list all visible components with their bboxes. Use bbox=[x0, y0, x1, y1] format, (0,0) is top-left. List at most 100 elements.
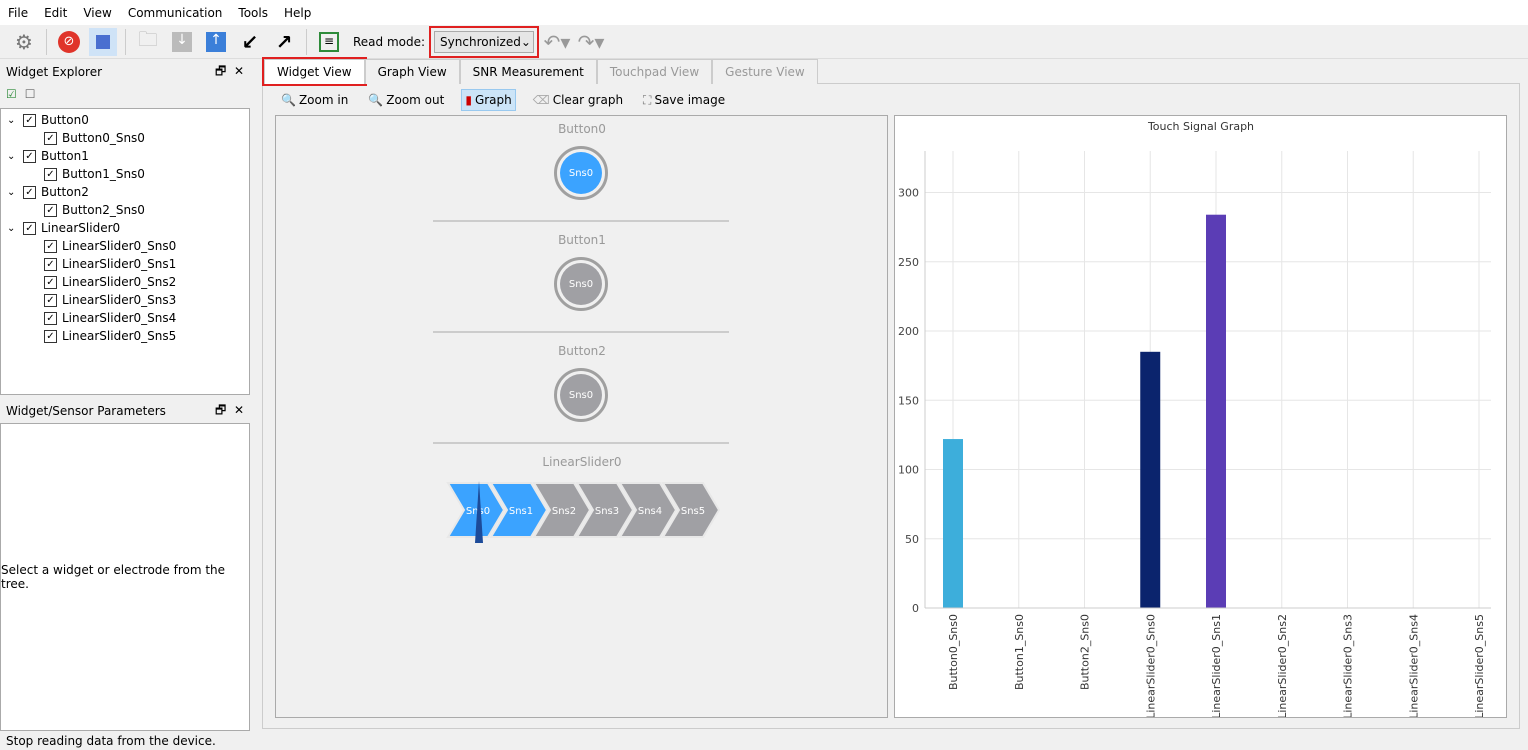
restore-icon[interactable]: 🗗 bbox=[215, 403, 226, 417]
chart-title: Touch Signal Graph bbox=[1147, 120, 1254, 133]
checkbox[interactable]: ✓ bbox=[44, 203, 57, 217]
import-arrow-icon[interactable]: ↙ bbox=[236, 28, 264, 56]
y-tick-label: 100 bbox=[898, 464, 919, 477]
x-tick-label: LinearSlider0_Sns1 bbox=[1210, 614, 1223, 717]
clear-graph-button[interactable]: ⌫ Clear graph bbox=[530, 89, 626, 111]
tree-item-sensor[interactable]: ✓ LinearSlider0_Sns5 bbox=[1, 327, 249, 345]
tree-item-widget[interactable]: ⌄ ✓ Button2 bbox=[1, 183, 249, 201]
sensor-label: Sns0 bbox=[560, 152, 602, 194]
expand-chevron-icon[interactable]: ⌄ bbox=[7, 115, 23, 126]
checkbox[interactable]: ✓ bbox=[44, 311, 57, 325]
tree-item-sensor[interactable]: ✓ LinearSlider0_Sns3 bbox=[1, 291, 249, 309]
x-tick-label: LinearSlider0_Sns5 bbox=[1473, 614, 1486, 717]
gear-icon[interactable]: ⚙ bbox=[10, 28, 38, 56]
redo-icon[interactable]: ↷▾ bbox=[577, 28, 605, 56]
x-tick-label: Button2_Sns0 bbox=[1079, 614, 1092, 690]
checkbox[interactable]: ✓ bbox=[44, 167, 57, 181]
slider-segment-label: Sns5 bbox=[681, 506, 705, 517]
checkbox[interactable]: ✓ bbox=[44, 239, 57, 253]
expand-chevron-icon[interactable]: ⌄ bbox=[7, 223, 23, 234]
x-tick-label: LinearSlider0_Sns3 bbox=[1342, 614, 1355, 717]
checkbox[interactable]: ✓ bbox=[44, 329, 57, 343]
x-tick-label: Button1_Sns0 bbox=[1013, 614, 1026, 690]
tree-item-widget[interactable]: ⌄ ✓ Button0 bbox=[1, 111, 249, 129]
widget-label: Button0 bbox=[558, 122, 606, 136]
tree-item-label: LinearSlider0_Sns2 bbox=[62, 275, 177, 289]
params-message: Select a widget or electrode from the tr… bbox=[1, 563, 226, 591]
separator bbox=[306, 28, 307, 55]
menu-communication[interactable]: Communication bbox=[128, 6, 223, 20]
zoom-out-label: Zoom out bbox=[386, 93, 445, 107]
tree-item-label: LinearSlider0 bbox=[41, 221, 121, 235]
tree-item-label: Button0 bbox=[41, 113, 89, 127]
status-bar: Stop reading data from the device. bbox=[6, 734, 216, 748]
linear-slider[interactable]: Sns0Sns1Sns2Sns3Sns4Sns5 bbox=[444, 478, 744, 548]
tree-item-sensor[interactable]: ✓ Button0_Sns0 bbox=[1, 129, 249, 147]
checkbox[interactable]: ✓ bbox=[23, 113, 36, 127]
tree-item-sensor[interactable]: ✓ LinearSlider0_Sns0 bbox=[1, 237, 249, 255]
widget-label: LinearSlider0 bbox=[542, 455, 622, 469]
button-widget[interactable]: Sns0 bbox=[554, 368, 608, 422]
expand-chevron-icon[interactable]: ⌄ bbox=[7, 151, 23, 162]
slider-segment-label: Sns3 bbox=[595, 506, 619, 517]
widget-tree: ⌄ ✓ Button0 ✓ Button0_Sns0 ⌄ ✓ Button1 ✓ Button1_… bbox=[0, 108, 250, 395]
tree-item-label: Button1 bbox=[41, 149, 89, 163]
params-header: Widget/Sensor Parameters 🗗 ✕ bbox=[0, 401, 250, 421]
checkbox[interactable]: ✓ bbox=[44, 275, 57, 289]
button-widget[interactable]: Sns0 bbox=[554, 257, 608, 311]
tab-graph-view[interactable]: Graph View bbox=[364, 59, 460, 84]
checkbox[interactable]: ✓ bbox=[23, 185, 36, 199]
export-arrow-icon[interactable]: ↗ bbox=[270, 28, 298, 56]
tab-touchpad-view[interactable]: Touchpad View bbox=[596, 59, 713, 84]
checkbox[interactable]: ✓ bbox=[44, 293, 57, 307]
menu-edit[interactable]: Edit bbox=[44, 6, 67, 20]
checkbox[interactable]: ✓ bbox=[44, 131, 57, 145]
menu-help[interactable]: Help bbox=[284, 6, 311, 20]
tree-item-widget[interactable]: ⌄ ✓ Button1 bbox=[1, 147, 249, 165]
touch-signal-chart: Touch Signal Graph 0 50 100 150 200 250 300 Butt… bbox=[898, 120, 1491, 719]
x-tick-label: LinearSlider0_Sns2 bbox=[1276, 614, 1289, 717]
tree-item-sensor[interactable]: ✓ LinearSlider0_Sns2 bbox=[1, 273, 249, 291]
close-icon[interactable]: ✕ bbox=[234, 403, 244, 417]
menu-tools[interactable]: Tools bbox=[238, 6, 268, 20]
tab-snr-measurement[interactable]: SNR Measurement bbox=[459, 59, 597, 84]
expand-chevron-icon[interactable]: ⌄ bbox=[7, 187, 23, 198]
save-image-button[interactable]: ⛶ Save image bbox=[640, 89, 728, 111]
tree-item-sensor[interactable]: ✓ Button2_Sns0 bbox=[1, 201, 249, 219]
tree-item-sensor[interactable]: ✓ LinearSlider0_Sns4 bbox=[1, 309, 249, 327]
tree-item-sensor[interactable]: ✓ Button1_Sns0 bbox=[1, 165, 249, 183]
open-folder-icon[interactable]: 🗀 bbox=[134, 27, 162, 56]
stop-icon[interactable] bbox=[89, 27, 117, 56]
widget-label: Button1 bbox=[558, 233, 606, 247]
tree-item-widget[interactable]: ⌄ ✓ LinearSlider0 bbox=[1, 219, 249, 237]
import-icon[interactable]: ↓ bbox=[168, 28, 196, 56]
read-mode-select[interactable]: Synchronized ⌄ bbox=[434, 30, 535, 53]
graph-button[interactable]: ▮ Graph bbox=[461, 89, 516, 111]
zoom-in-button[interactable]: 🔍 Zoom in bbox=[278, 89, 351, 111]
log-icon[interactable]: ≡ bbox=[315, 28, 343, 56]
graph-toolbar: 🔍 Zoom in 🔍 Zoom out ▮ Graph ⌫ Clear graph ⛶… bbox=[278, 89, 728, 111]
zoom-in-icon: 🔍 bbox=[281, 93, 296, 107]
undo-icon[interactable]: ↶▾ bbox=[543, 28, 571, 56]
y-tick-label: 200 bbox=[898, 325, 919, 338]
close-icon[interactable]: ✕ bbox=[234, 64, 244, 78]
checkbox[interactable]: ✓ bbox=[23, 221, 36, 235]
restore-icon[interactable]: 🗗 bbox=[215, 64, 226, 78]
uncheck-all-icon[interactable]: ☐ bbox=[25, 87, 36, 101]
export-icon[interactable]: ↑ bbox=[202, 28, 230, 56]
menu-view[interactable]: View bbox=[83, 6, 111, 20]
tab-widget-view[interactable]: Widget View bbox=[262, 57, 367, 86]
check-all-icon[interactable]: ☑ bbox=[6, 87, 17, 101]
widget-view-canvas: Button0 Sns0 Button1 Sns0 Button2 Sns0 LinearS… bbox=[275, 115, 888, 718]
checkbox[interactable]: ✓ bbox=[23, 149, 36, 163]
tab-gesture-view[interactable]: Gesture View bbox=[712, 59, 818, 84]
x-tick-label: Button0_Sns0 bbox=[947, 614, 960, 690]
read-mode-highlight: Synchronized ⌄ bbox=[429, 25, 540, 58]
x-tick-label: LinearSlider0_Sns4 bbox=[1407, 614, 1420, 717]
button-widget[interactable]: Sns0 bbox=[554, 146, 608, 200]
tree-item-sensor[interactable]: ✓ LinearSlider0_Sns1 bbox=[1, 255, 249, 273]
stop-reading-icon[interactable]: ⊘ bbox=[55, 28, 83, 56]
zoom-out-button[interactable]: 🔍 Zoom out bbox=[365, 89, 447, 111]
checkbox[interactable]: ✓ bbox=[44, 257, 57, 271]
menu-file[interactable]: File bbox=[8, 6, 28, 20]
